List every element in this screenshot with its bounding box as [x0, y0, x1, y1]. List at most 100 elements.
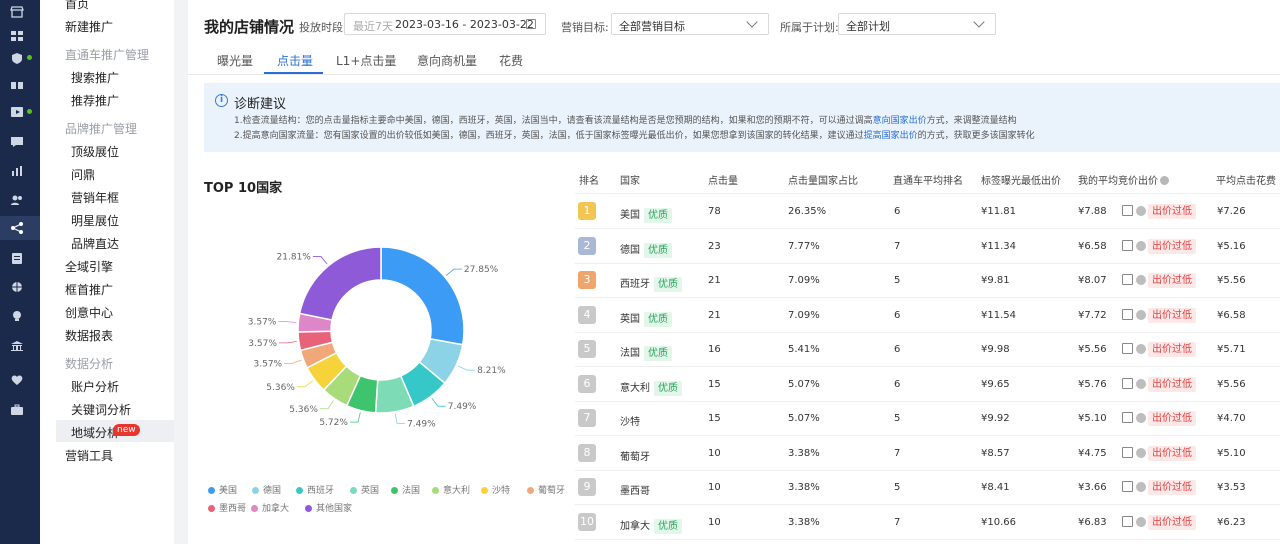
slice-data-label: 27.85%: [464, 265, 499, 275]
lightbulb-icon[interactable]: [10, 310, 24, 322]
column-header-label: 标签曝光最低出价: [981, 176, 1061, 187]
legend-label: 西班牙: [307, 486, 335, 496]
row-divider: [575, 538, 1280, 540]
menu-item[interactable]: 全域引擎: [65, 258, 113, 275]
row-divider: [575, 469, 1280, 471]
edit-icon[interactable]: [1122, 308, 1133, 320]
legend-label: 葡萄牙: [538, 486, 566, 496]
info-dot-icon[interactable]: [1136, 206, 1146, 216]
store-icon[interactable]: [10, 6, 24, 18]
raise-country-bid-link[interactable]: 提高国家出价: [864, 131, 918, 141]
raise-bid-link[interactable]: 意向国家出价: [873, 116, 927, 126]
bank-icon[interactable]: [10, 340, 24, 352]
menu-item[interactable]: 数据报表: [65, 327, 113, 344]
edit-icon[interactable]: [1122, 481, 1133, 492]
info-dot-icon[interactable]: [1136, 447, 1146, 458]
edit-icon[interactable]: [1122, 515, 1133, 527]
edit-icon[interactable]: [1122, 205, 1133, 216]
message-icon[interactable]: [10, 136, 24, 148]
edit-icon[interactable]: [1122, 274, 1133, 285]
date-range-picker[interactable]: 最近7天 2023-03-16 - 2023-03-22: [344, 13, 546, 35]
legend-item[interactable]: 法国: [391, 483, 420, 496]
info-dot-icon[interactable]: [1136, 482, 1146, 492]
edit-icon[interactable]: [1122, 343, 1133, 354]
menu-item[interactable]: 明星展位: [71, 212, 119, 229]
tab-l1-clicks[interactable]: L1+点击量: [336, 52, 396, 69]
tab-impressions[interactable]: 曝光量: [217, 52, 253, 69]
menu-item[interactable]: 地域分析: [71, 424, 119, 441]
gift-icon[interactable]: [10, 78, 24, 90]
clipboard-icon[interactable]: [10, 252, 24, 264]
date-hint: 最近7天: [353, 20, 393, 33]
menu-item[interactable]: 搜索推广: [71, 69, 119, 86]
menu-item[interactable]: 新建推广: [65, 18, 113, 35]
edit-icon[interactable]: [1122, 412, 1133, 423]
edit-icon[interactable]: [1122, 239, 1133, 251]
plan-select[interactable]: 全部计划: [838, 13, 996, 35]
date-range-value: 2023-03-16 - 2023-03-22: [395, 18, 534, 31]
info-dot-icon[interactable]: [1136, 309, 1146, 320]
legend-item[interactable]: 西班牙: [296, 483, 334, 496]
legend-item[interactable]: 加拿大: [251, 501, 289, 514]
info-dot-icon[interactable]: [1136, 344, 1146, 354]
info-dot-icon[interactable]: [1136, 516, 1146, 527]
legend-item[interactable]: 德国: [252, 483, 281, 496]
menu-item[interactable]: 账户分析: [71, 378, 119, 395]
briefcase-icon[interactable]: [10, 404, 24, 416]
target-select[interactable]: 全部营销目标: [611, 13, 769, 35]
legend-item[interactable]: 墨西哥: [208, 501, 246, 514]
tab-leads[interactable]: 意向商机量: [417, 52, 477, 69]
info-dot-icon[interactable]: [1136, 275, 1146, 285]
tab-cost[interactable]: 花费: [499, 52, 523, 69]
share-icon[interactable]: [10, 222, 24, 234]
shield-icon[interactable]: [10, 52, 24, 64]
menu-item[interactable]: 营销年框: [71, 189, 119, 206]
donut-slice[interactable]: [298, 246, 382, 321]
menu-item[interactable]: 营销工具: [65, 447, 113, 464]
menu-group-title: 品牌推广管理: [65, 122, 138, 136]
menu-item[interactable]: 关键词分析: [71, 401, 131, 418]
country-name: 葡萄牙: [620, 451, 650, 463]
edit-icon[interactable]: [1122, 377, 1133, 389]
avg-rank-cell: 6: [894, 309, 901, 321]
edit-icon[interactable]: [1122, 446, 1133, 458]
info-dot-icon[interactable]: [1136, 240, 1146, 251]
menu-group-title: 直通车推广管理: [65, 48, 150, 62]
avg-rank-cell: 5: [894, 275, 901, 286]
column-header: 国家: [620, 172, 640, 187]
country-name: 西班牙: [620, 279, 650, 290]
country-cell: 美国 优质: [620, 206, 672, 223]
grid-icon[interactable]: [10, 30, 24, 42]
tab-clicks[interactable]: 点击量: [277, 52, 313, 69]
share-cell: 3.38%: [788, 482, 820, 493]
globe-icon[interactable]: [10, 281, 24, 293]
heart-icon[interactable]: [10, 374, 24, 386]
bar-chart-icon[interactable]: [10, 165, 24, 177]
menu-item[interactable]: 问鼎: [71, 166, 95, 183]
donut-slice[interactable]: [380, 246, 465, 346]
slice-data-label: 5.36%: [266, 383, 295, 393]
column-header-label: 平均点击花费: [1216, 176, 1276, 187]
menu-item[interactable]: 首页: [65, 0, 89, 12]
menu-item[interactable]: 推荐推广: [71, 92, 119, 109]
info-dot-icon[interactable]: [1136, 378, 1146, 389]
video-icon[interactable]: [10, 106, 24, 118]
my-bid-cell: ¥7.88: [1078, 206, 1107, 217]
menu-item[interactable]: 品牌直达: [71, 235, 119, 252]
cpc-cell: ¥6.23: [1217, 516, 1246, 528]
legend-item[interactable]: 意大利: [432, 483, 470, 496]
legend-item[interactable]: 其他国家: [305, 501, 352, 514]
legend-item[interactable]: 葡萄牙: [527, 483, 565, 496]
menu-item[interactable]: 框首推广: [65, 281, 113, 298]
cpc-cell: ¥7.26: [1217, 206, 1246, 217]
info-dot-icon[interactable]: [1136, 413, 1146, 423]
country-cell: 沙特: [620, 413, 640, 428]
menu-item[interactable]: 创意中心: [65, 304, 113, 321]
legend-item[interactable]: 美国: [208, 483, 237, 496]
legend-item[interactable]: 沙特: [481, 483, 510, 496]
people-icon[interactable]: [10, 194, 24, 206]
menu-item[interactable]: 顶级展位: [71, 143, 119, 160]
legend-item[interactable]: 英国: [350, 483, 379, 496]
clicks-cell: 15: [708, 378, 721, 390]
help-icon[interactable]: [1160, 176, 1169, 185]
